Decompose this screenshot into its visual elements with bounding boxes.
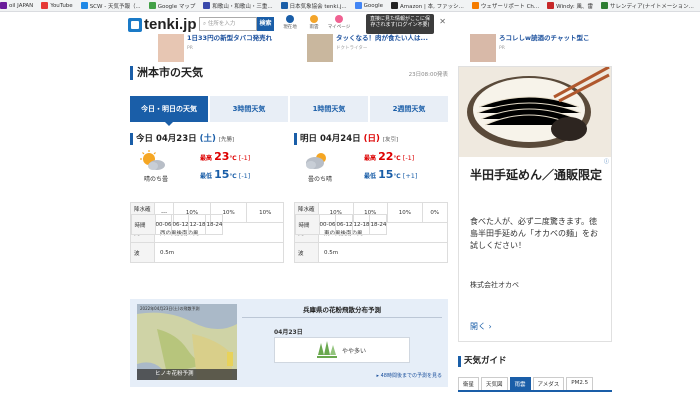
- bookmark-item[interactable]: YouTube: [41, 2, 73, 9]
- bookmark-bar: oil JAPAN YouTube SCW - 天気予報（... Google マップ…: [0, 0, 700, 12]
- ad-thumbnail: [470, 34, 496, 62]
- location-icon: [286, 15, 294, 23]
- tab-satellite[interactable]: 衛星: [458, 377, 480, 390]
- bookmark-favicon-icon: [547, 2, 555, 9]
- high-temp: 最高 23℃ [-1]: [200, 150, 251, 163]
- bookmark-item[interactable]: Amazon | 本, ファッシ...: [391, 2, 464, 10]
- bookmark-item[interactable]: Google: [354, 2, 383, 9]
- rain-radar-button[interactable]: 雨雲: [304, 15, 324, 33]
- ad-image: [459, 67, 611, 157]
- day-title: 今日 04月23日 (土) [先勝]: [130, 133, 284, 145]
- bookmark-item[interactable]: ウェザーリポート Ch...: [471, 2, 539, 10]
- tab-today-tomorrow[interactable]: 今日・明日の天気: [130, 96, 210, 126]
- right-ad[interactable]: ⓘ 半田手延めん／通販限定 食べた人が、必ず二度驚きます。徳島半田手延めん「オカ…: [458, 66, 612, 342]
- bookmark-favicon-icon: [41, 2, 49, 9]
- bookmark-favicon-icon: [391, 2, 399, 9]
- bookmark-favicon-icon: [471, 2, 479, 9]
- search-input[interactable]: ⌕ 住所を入力: [199, 17, 257, 31]
- close-icon[interactable]: ✕: [439, 18, 446, 26]
- cloudy-then-sunny-icon: [306, 153, 326, 169]
- tab-weather-map[interactable]: 天気図: [481, 377, 508, 390]
- updated-time: 23日08:00発表: [408, 72, 448, 78]
- ad-card[interactable]: タッくなる！肉が食たい人は... ドクトライター: [307, 34, 452, 62]
- site-header: tenki.jp ⌕ 住所を入力 検索 現在地 雨雲 マイページ 直接に見た情報…: [0, 12, 700, 34]
- search-button[interactable]: 検索: [257, 17, 274, 31]
- ad-thumbnail: [307, 34, 333, 62]
- forecast-table-today: 時間 00-06 06-12 12-18 18-24 降水確率 --- 10% …: [130, 202, 284, 263]
- bookmark-favicon-icon: [203, 2, 211, 9]
- pollen-48h-link[interactable]: ▸ 48時間後までの予測を見る: [377, 372, 442, 379]
- bookmark-item[interactable]: Google マップ: [148, 2, 195, 10]
- mypage-button[interactable]: マイページ: [326, 15, 352, 33]
- radar-icon: [310, 15, 318, 23]
- save-tooltip: 直接に見た情報がここに保存されます(ログイン不要) ✕: [366, 14, 446, 34]
- weather-main: 洲本市の天気 23日08:00発表 今日・明日の天気 3時間天気 1時間天気 2…: [130, 66, 449, 263]
- day-forecast-tomorrow: 明日 04月24日 (日) [友引] 曇のち晴 最高 22℃ [-1] 最低 1…: [294, 133, 448, 190]
- tab-pm25[interactable]: PM2.5: [566, 377, 594, 390]
- site-logo[interactable]: tenki.jp: [128, 16, 197, 33]
- day-forecast-today: 今日 04月23日 (土) [先勝] 晴のち曇 最高 23℃ [-1] 最低 1…: [130, 133, 284, 190]
- tab-rain-radar[interactable]: 雨雲: [509, 377, 531, 390]
- noodle-image: [459, 67, 611, 157]
- weather-summary: 晴のち曇 最高 23℃ [-1] 最低 15℃ [-1]: [130, 148, 284, 190]
- weather-guide: 天気ガイド 衛星 天気図 雨雲 アメダス PM2.5: [458, 356, 612, 392]
- bookmark-item[interactable]: 和歌山・和歌山・三重...: [203, 2, 273, 10]
- logo-icon: [128, 17, 142, 32]
- forecast-table-tomorrow: 時間 00-06 06-12 12-18 18-24 降水確率 10% 10% …: [294, 202, 449, 263]
- chevron-right-icon: ›: [488, 322, 492, 331]
- current-location-button[interactable]: 現在地: [280, 15, 300, 33]
- weather-summary: 曇のち晴 最高 22℃ [-1] 最低 15℃ [+1]: [294, 148, 448, 190]
- pollen-forecast: 2022年04月23日(土)の飛散予測 ヒノキ花粉予測 兵庫県の花粉飛散分布予測…: [130, 299, 448, 387]
- ad-card[interactable]: ろコレしw読酒のチャット型こ PR: [470, 34, 610, 62]
- pollen-map[interactable]: 2022年04月23日(土)の飛散予測 ヒノキ花粉予測: [137, 304, 237, 380]
- high-temp: 最高 22℃ [-1]: [364, 150, 415, 163]
- ad-open-link[interactable]: 開く ›: [470, 321, 492, 332]
- tab-1hour[interactable]: 1時間天気: [290, 96, 370, 122]
- tab-2week[interactable]: 2週間天気: [370, 96, 448, 122]
- low-temp: 最低 15℃ [-1]: [200, 168, 251, 181]
- ad-thumbnail: [158, 34, 184, 62]
- page-title: 洲本市の天気: [130, 66, 448, 80]
- bookmark-item[interactable]: oil JAPAN: [0, 2, 33, 9]
- bookmark-favicon-icon: [0, 2, 7, 9]
- bookmark-favicon-icon: [80, 2, 88, 9]
- day-title: 明日 04月24日 (日) [友引]: [294, 133, 448, 145]
- forecast-tabs: 今日・明日の天気 3時間天気 1時間天気 2週間天気: [130, 96, 448, 126]
- tab-3hour[interactable]: 3時間天気: [210, 96, 290, 122]
- bookmark-favicon-icon: [600, 2, 608, 9]
- table-row: 波 0.5m: [130, 242, 284, 263]
- info-icon[interactable]: ⓘ: [604, 158, 609, 165]
- bookmark-favicon-icon: [280, 2, 288, 9]
- bookmark-item[interactable]: SCW - 天気予報（...: [80, 2, 141, 10]
- tab-amedas[interactable]: アメダス: [532, 377, 565, 390]
- bookmark-favicon-icon: [354, 2, 362, 9]
- ad-row: 1日33円の新型タバコ発売れ PR タッくなる！肉が食たい人は... ドクトライター…: [0, 34, 700, 62]
- bookmark-favicon-icon: [148, 2, 156, 9]
- bookmark-item[interactable]: 日本気象協会 tenki.j...: [280, 2, 347, 10]
- tree-icon: [317, 341, 337, 358]
- table-row: 波 0.5m: [294, 242, 448, 263]
- sunny-then-cloudy-icon: [140, 150, 165, 170]
- bookmark-item[interactable]: Windy: 風、雷: [547, 2, 593, 10]
- guide-tabs: 衛星 天気図 雨雲 アメダス PM2.5: [458, 377, 612, 392]
- ad-card[interactable]: 1日33円の新型タバコ発売れ PR: [158, 34, 278, 62]
- bookmark-item[interactable]: サレンディア(ナイトメーション...: [600, 2, 694, 10]
- low-temp: 最低 15℃ [+1]: [364, 168, 418, 181]
- mypage-icon: [335, 15, 343, 23]
- pollen-level-box: やや多い: [274, 337, 410, 363]
